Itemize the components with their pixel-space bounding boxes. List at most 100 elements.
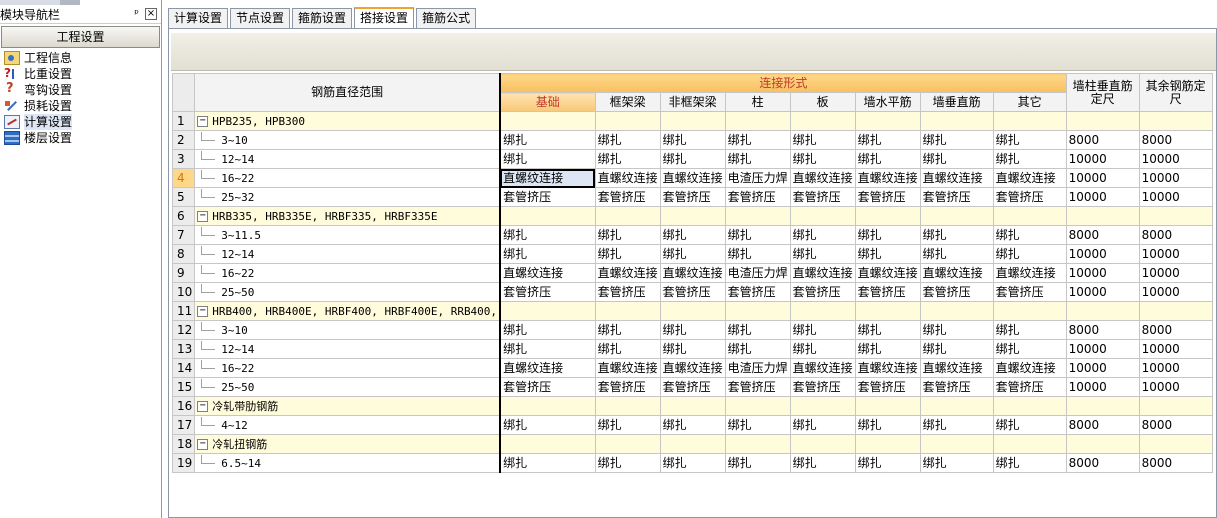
connection-cell[interactable]: 直螺纹连接 — [659, 358, 726, 378]
nav-group-project-settings[interactable]: 工程设置 — [1, 26, 160, 48]
connection-cell[interactable]: 套管挤压 — [594, 377, 661, 397]
row-number[interactable]: 15 — [171, 377, 196, 397]
connection-cell[interactable]: 绑扎 — [594, 320, 661, 340]
connection-cell[interactable]: 绑扎 — [789, 130, 856, 150]
connection-cell[interactable]: 绑扎 — [724, 339, 791, 359]
connection-cell[interactable]: 绑扎 — [659, 320, 726, 340]
length-cell[interactable]: 8000 — [1138, 225, 1213, 245]
connection-cell[interactable]: 绑扎 — [789, 320, 856, 340]
connection-cell[interactable]: 直螺纹连接 — [919, 263, 994, 283]
connection-cell[interactable]: 绑扎 — [789, 149, 856, 169]
connection-cell[interactable]: 绑扎 — [854, 320, 921, 340]
connection-cell[interactable]: 绑扎 — [789, 244, 856, 264]
row-number[interactable]: 3 — [171, 149, 196, 169]
connection-cell[interactable]: 绑扎 — [594, 225, 661, 245]
connection-cell[interactable]: 直螺纹连接 — [659, 168, 726, 188]
connection-cell[interactable]: 绑扎 — [789, 415, 856, 435]
length-cell[interactable]: 8000 — [1138, 320, 1213, 340]
connection-cell[interactable]: 绑扎 — [854, 453, 921, 473]
connection-cell[interactable]: 直螺纹连接 — [992, 358, 1067, 378]
connection-cell[interactable]: 套管挤压 — [992, 282, 1067, 302]
connection-cell[interactable]: 套管挤压 — [659, 377, 726, 397]
length-cell[interactable]: 10000 — [1138, 244, 1213, 264]
length-cell[interactable]: 10000 — [1065, 187, 1140, 207]
connection-cell[interactable]: 绑扎 — [499, 244, 596, 264]
settings-tab[interactable]: 节点设置 — [230, 8, 291, 28]
connection-cell[interactable]: 绑扎 — [789, 225, 856, 245]
row-number[interactable]: 5 — [171, 187, 196, 207]
connection-cell[interactable]: 套管挤压 — [724, 377, 791, 397]
connection-cell[interactable]: 直螺纹连接 — [854, 263, 921, 283]
connection-cell[interactable]: 直螺纹连接 — [854, 358, 921, 378]
connection-cell[interactable]: 直螺纹连接 — [992, 168, 1067, 188]
connection-cell[interactable]: 套管挤压 — [919, 187, 994, 207]
connection-cell[interactable]: 绑扎 — [724, 415, 791, 435]
length-cell[interactable]: 10000 — [1138, 377, 1213, 397]
connection-cell[interactable]: 套管挤压 — [594, 187, 661, 207]
connection-cell[interactable]: 直螺纹连接 — [499, 263, 596, 283]
length-cell[interactable]: 10000 — [1138, 149, 1213, 169]
connection-cell[interactable]: 绑扎 — [659, 415, 726, 435]
connection-cell[interactable]: 套管挤压 — [854, 377, 921, 397]
row-number[interactable]: 9 — [171, 263, 196, 283]
connection-cell[interactable]: 绑扎 — [594, 339, 661, 359]
nav-item[interactable]: 工程信息 — [0, 50, 161, 66]
connection-cell[interactable]: 绑扎 — [919, 339, 994, 359]
connection-cell[interactable]: 套管挤压 — [992, 377, 1067, 397]
row-number[interactable]: 10 — [171, 282, 196, 302]
connection-cell[interactable]: 绑扎 — [594, 415, 661, 435]
connection-cell[interactable]: 套管挤压 — [919, 377, 994, 397]
row-number[interactable]: 1 — [171, 111, 196, 131]
connection-cell[interactable]: 套管挤压 — [499, 282, 596, 302]
connection-cell[interactable]: 绑扎 — [724, 320, 791, 340]
connection-cell[interactable]: 绑扎 — [499, 453, 596, 473]
connection-cell[interactable]: 直螺纹连接 — [499, 358, 596, 378]
row-number[interactable]: 13 — [171, 339, 196, 359]
connection-cell[interactable]: 套管挤压 — [789, 377, 856, 397]
connection-cell[interactable]: 绑扎 — [724, 149, 791, 169]
connection-cell[interactable]: 直螺纹连接 — [594, 168, 661, 188]
connection-cell[interactable]: 绑扎 — [594, 149, 661, 169]
nav-item[interactable]: 损耗设置 — [0, 98, 161, 114]
connection-cell[interactable]: 绑扎 — [854, 244, 921, 264]
connection-cell[interactable]: 直螺纹连接 — [919, 358, 994, 378]
connection-cell[interactable]: 绑扎 — [499, 149, 596, 169]
connection-cell[interactable]: 直螺纹连接 — [919, 168, 994, 188]
length-cell[interactable]: 8000 — [1065, 130, 1140, 150]
connection-cell[interactable]: 套管挤压 — [594, 282, 661, 302]
connection-cell[interactable]: 绑扎 — [919, 415, 994, 435]
length-cell[interactable]: 8000 — [1065, 453, 1140, 473]
connection-cell[interactable]: 绑扎 — [724, 225, 791, 245]
length-cell[interactable]: 10000 — [1065, 339, 1140, 359]
length-cell[interactable]: 8000 — [1138, 415, 1213, 435]
connection-cell[interactable]: 绑扎 — [854, 130, 921, 150]
connection-cell[interactable]: 绑扎 — [992, 339, 1067, 359]
settings-tab[interactable]: 计算设置 — [168, 8, 229, 28]
length-cell[interactable]: 10000 — [1065, 358, 1140, 378]
connection-cell[interactable]: 绑扎 — [659, 453, 726, 473]
length-cell[interactable]: 8000 — [1065, 225, 1140, 245]
nav-item[interactable]: 弯钩设置 — [0, 81, 161, 98]
connection-cell[interactable]: 直螺纹连接 — [992, 263, 1067, 283]
connection-cell[interactable]: 绑扎 — [789, 339, 856, 359]
connection-cell[interactable]: 套管挤压 — [992, 187, 1067, 207]
settings-tab[interactable]: 搭接设置 — [354, 7, 415, 29]
connection-cell[interactable]: 绑扎 — [919, 244, 994, 264]
collapse-icon[interactable]: − — [197, 210, 209, 222]
length-cell[interactable]: 8000 — [1065, 415, 1140, 435]
row-number[interactable]: 12 — [171, 320, 196, 340]
connection-cell[interactable]: 绑扎 — [724, 130, 791, 150]
connection-cell[interactable]: 绑扎 — [992, 244, 1067, 264]
pin-icon[interactable]: ᵖ — [134, 8, 139, 20]
connection-cell[interactable]: 套管挤压 — [854, 282, 921, 302]
row-number[interactable]: 2 — [171, 130, 196, 150]
length-cell[interactable]: 10000 — [1065, 282, 1140, 302]
connection-cell[interactable]: 绑扎 — [659, 130, 726, 150]
connection-cell[interactable]: 绑扎 — [659, 339, 726, 359]
nav-item[interactable]: 计算设置 — [0, 114, 161, 130]
connection-cell[interactable]: 绑扎 — [594, 244, 661, 264]
connection-cell[interactable]: 绑扎 — [854, 339, 921, 359]
collapse-icon[interactable]: − — [197, 305, 209, 317]
row-number[interactable]: 18 — [171, 434, 196, 454]
row-number[interactable]: 4 — [171, 168, 196, 188]
